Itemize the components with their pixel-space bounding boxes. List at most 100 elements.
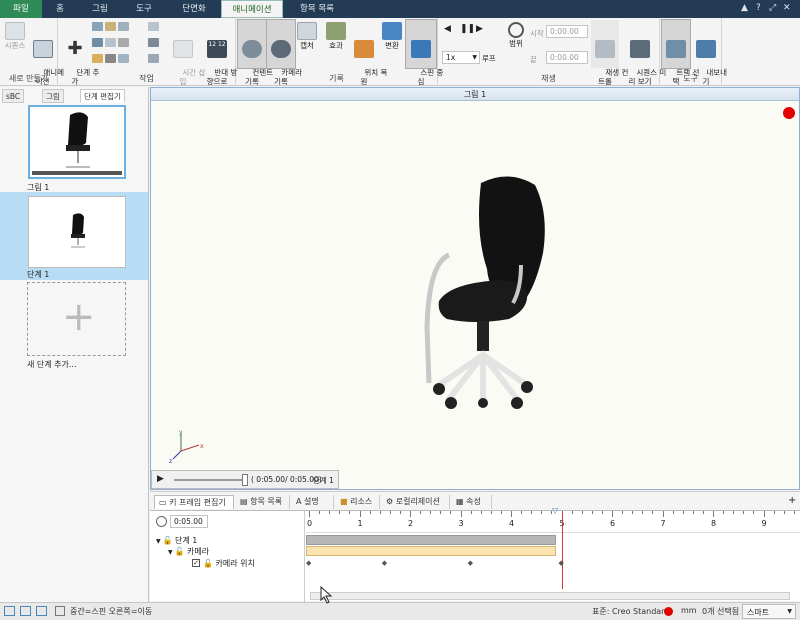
spin-center-button[interactable]: 스핀 중 심 [405, 19, 443, 86]
delete-icon[interactable] [105, 54, 116, 63]
tab-home[interactable]: 홈 [44, 0, 76, 18]
layout-icon[interactable] [36, 606, 47, 616]
help-icon[interactable]: ? [756, 3, 761, 13]
range-button[interactable]: 범위 [504, 22, 528, 48]
sequence-button[interactable]: 시퀀스 [2, 22, 28, 50]
animation-button[interactable]: 애니메 이션 [29, 22, 64, 95]
tab-animation[interactable]: 애니메이션 [221, 0, 283, 18]
ruler-tick [612, 511, 613, 517]
tree-camera-position-row[interactable]: ✓ 🔓 카메라 위치 [192, 558, 255, 569]
ruler-tick-label: 4 [509, 519, 515, 528]
small-tool-icon[interactable] [118, 22, 129, 31]
tab-resources[interactable]: ■ 리소스 [336, 495, 380, 509]
small-tool-icon[interactable] [148, 54, 159, 63]
player-slider-handle[interactable] [242, 474, 248, 486]
capture-button[interactable]: 캡처 [296, 22, 318, 50]
standard-label: 표준: Creo Standard [592, 607, 670, 616]
pause-icon[interactable]: ❚❚ [460, 24, 475, 34]
start-label: 시작 [530, 29, 544, 38]
tab-keyframe-editor[interactable]: ▭ 키 프레임 편집기 [154, 495, 234, 509]
timeline-playhead[interactable] [561, 511, 563, 589]
play-back-icon[interactable]: ◀ [444, 24, 451, 34]
ruler-tick [733, 511, 735, 514]
tab-figure-list[interactable]: 그림 [42, 89, 64, 103]
time-insert-button[interactable]: 시간 삽 입 [168, 22, 205, 95]
small-tool-icon[interactable] [118, 38, 129, 47]
transform-button[interactable]: 변환 [380, 22, 404, 50]
ruler-tick [470, 511, 472, 514]
tab-tools[interactable]: 도구 [124, 0, 164, 18]
keyframe-marker[interactable]: ◆ [468, 559, 473, 567]
timeline-scrollbar[interactable] [310, 592, 790, 600]
start-time-input[interactable]: 0:00.00 [546, 25, 588, 38]
tab-sectioning[interactable]: 단면화 [168, 0, 220, 18]
end-time-input[interactable]: 0:00.00 [546, 51, 588, 64]
reverse-button[interactable]: 12 12 반대 방 향으로 [200, 22, 237, 95]
ruler-tick [329, 511, 331, 514]
expand-icon[interactable]: ⤢ [769, 3, 776, 13]
tab-kf-item-list[interactable]: ▤ 항목 목록 [236, 495, 290, 509]
collapse-ribbon-icon[interactable]: ▲ [741, 3, 748, 13]
export-button[interactable]: 내보내 기 [692, 22, 727, 95]
keyframe-marker[interactable]: ◆ [306, 559, 311, 567]
figure-thumbnail[interactable] [28, 105, 126, 179]
small-tool-icon[interactable] [118, 54, 129, 63]
layout-icon[interactable] [4, 606, 15, 616]
keyframe-marker[interactable]: ◆ [559, 559, 564, 567]
tree-step-row[interactable]: ▼ 🔓 단계 1 [156, 535, 197, 546]
small-tool-icon[interactable] [105, 22, 116, 31]
ruler-tick [652, 511, 654, 514]
group-new: 시퀀스 애니메 이션 새로 만들기 [0, 18, 64, 86]
checkbox[interactable]: ✓ [192, 559, 200, 567]
group-tools: 트랙 선 택 내보내 기 도구 [660, 18, 727, 86]
ruler-tick [389, 511, 391, 514]
player-track [174, 479, 248, 481]
ribbon-tab-bar: 파일 홈 그림 도구 단면화 애니메이션 항목 목록 ▲ ? ⤢ ✕ [0, 0, 800, 18]
axis-z-label: z [169, 458, 173, 465]
content-record-button[interactable]: 컨텐트 기록 [237, 19, 273, 86]
add-step-button[interactable]: ✚ 단계 추 가 [62, 22, 99, 95]
tab-file[interactable]: 파일 [0, 0, 42, 18]
selection-count: 0개 선택됨 [702, 607, 740, 616]
camera-record-button[interactable]: 카메라 기록 [266, 19, 302, 86]
tree-camera-row[interactable]: ▼ 🔓 카메라 [168, 546, 209, 557]
small-tool-icon[interactable] [148, 22, 159, 31]
ruler-tick [713, 511, 714, 517]
position-restore-button[interactable]: 위치 복 원 [350, 22, 387, 95]
effect-button[interactable]: 효과 [324, 22, 348, 50]
small-tool-icon[interactable] [92, 54, 103, 63]
step-track-bar[interactable] [306, 535, 556, 545]
play-icon[interactable]: ▶ [476, 24, 483, 34]
tab-sbc[interactable]: sBC [2, 89, 25, 103]
tab-item-list[interactable]: 항목 목록 [286, 0, 348, 18]
tab-figure[interactable]: 그림 [80, 0, 120, 18]
speed-select[interactable]: 1x ▼ [442, 51, 480, 64]
tab-properties[interactable]: ▦ 속성 [452, 495, 492, 509]
sequence-preview-button[interactable]: 시퀀스 미 리 보기 [622, 22, 666, 95]
small-tool-icon[interactable] [92, 38, 103, 47]
layout-icon[interactable] [20, 606, 31, 616]
close-icon[interactable]: ✕ [783, 3, 791, 13]
small-tool-icon[interactable] [105, 38, 116, 47]
small-tool-icon[interactable] [148, 38, 159, 47]
keyframe-time-input[interactable]: 0:05.00 [170, 515, 208, 528]
step-thumbnail[interactable] [28, 196, 126, 268]
loop-label[interactable]: 루프 [482, 53, 496, 64]
camera-track-bar[interactable] [306, 546, 556, 556]
play-icon[interactable]: ▶ [157, 474, 164, 484]
add-panel-icon[interactable]: + [788, 495, 796, 506]
tab-step-editor[interactable]: 단계 편집기 [80, 89, 125, 103]
track-select-button[interactable]: 트랙 선 택 [661, 19, 699, 86]
clock-icon [156, 516, 167, 527]
filter-select[interactable]: 스마트 ▼ [742, 604, 796, 619]
small-tool-icon[interactable] [92, 22, 103, 31]
add-step-thumbnail[interactable]: + [27, 282, 126, 356]
tab-description[interactable]: A 설명 [292, 495, 334, 509]
playhead-marker-icon[interactable]: ▽ [552, 506, 558, 515]
graphics-viewport[interactable]: 그림 1 y x z ▶ ( 0:05.00/ 0:05.00) 단계 1 [150, 87, 800, 490]
keyframe-marker[interactable]: ◆ [382, 559, 387, 567]
ruler-tick [702, 511, 704, 514]
playback-controls-button[interactable]: 재생 컨 트롤 [591, 20, 628, 86]
ruler-tick [379, 511, 381, 514]
tab-localization[interactable]: ⚙ 로컬리제이션 [382, 495, 450, 509]
